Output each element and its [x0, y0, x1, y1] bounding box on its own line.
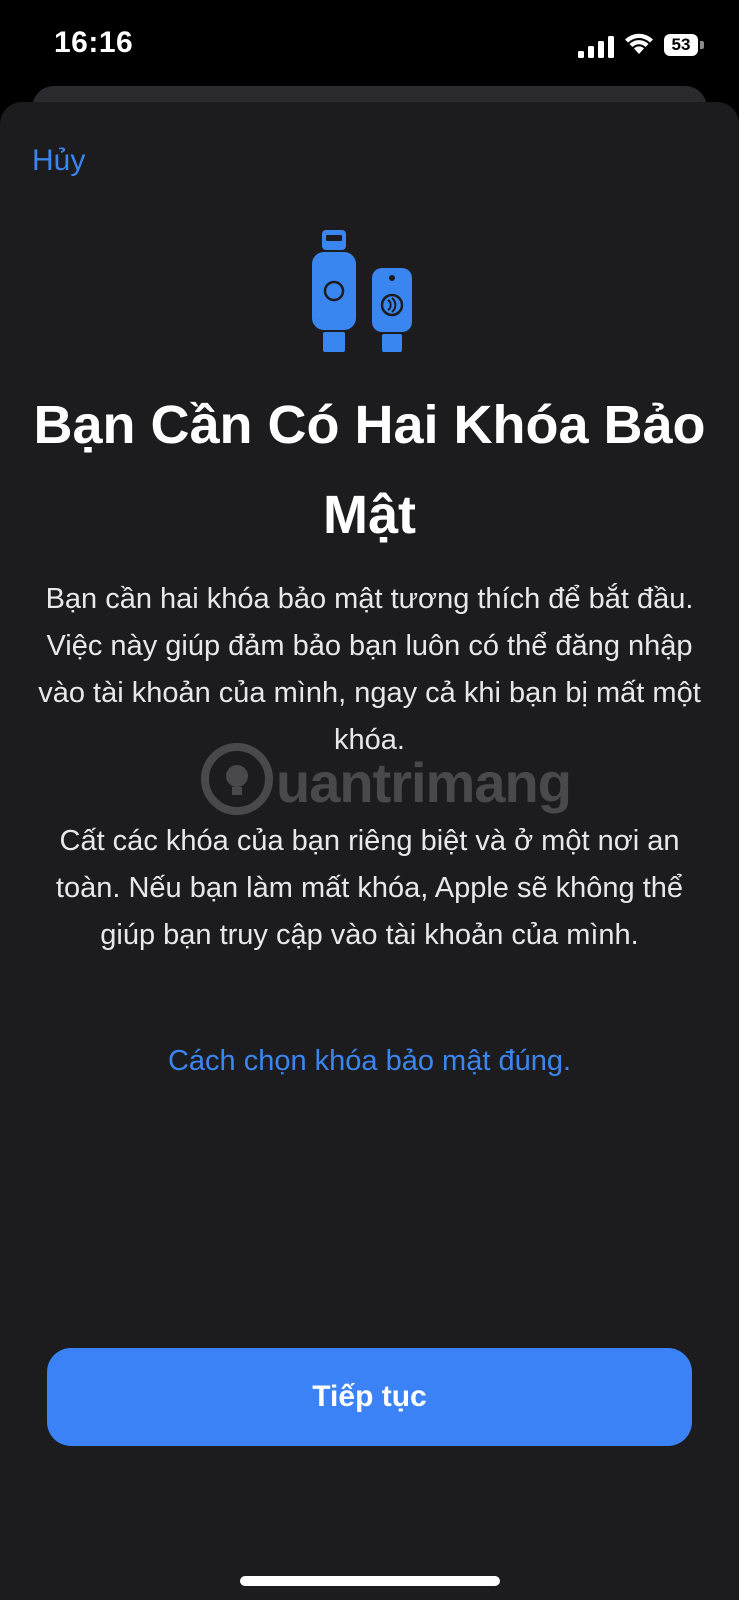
screen: 16:16 53 Hủy Bạn Cần Có Hai Khóa Bảo Mật… — [0, 0, 739, 1600]
security-keys-sheet: Hủy Bạn Cần Có Hai Khóa Bảo Mật Bạn cần … — [0, 102, 739, 1600]
wifi-icon — [625, 33, 653, 54]
intro-paragraph: Bạn cần hai khóa bảo mật tương thích để … — [38, 583, 701, 756]
signal-bars-icon — [578, 36, 614, 58]
battery-cap — [700, 41, 704, 49]
battery-level: 53 — [664, 34, 698, 56]
continue-button[interactable]: Tiếp tục — [47, 1348, 692, 1446]
status-time: 16:16 — [54, 26, 134, 59]
home-indicator[interactable] — [240, 1576, 500, 1586]
storage-paragraph: Cất các khóa của bạn riêng biệt và ở một… — [55, 825, 684, 951]
choose-key-help-link[interactable]: Cách chọn khóa bảo mật đúng. — [36, 1038, 703, 1085]
battery-icon: 53 — [664, 34, 704, 56]
status-bar: 16:16 53 — [0, 0, 739, 92]
page-title: Bạn Cần Có Hai Khóa Bảo Mật — [33, 395, 706, 545]
cancel-button[interactable]: Hủy — [32, 144, 85, 178]
security-keys-icon — [312, 230, 412, 352]
